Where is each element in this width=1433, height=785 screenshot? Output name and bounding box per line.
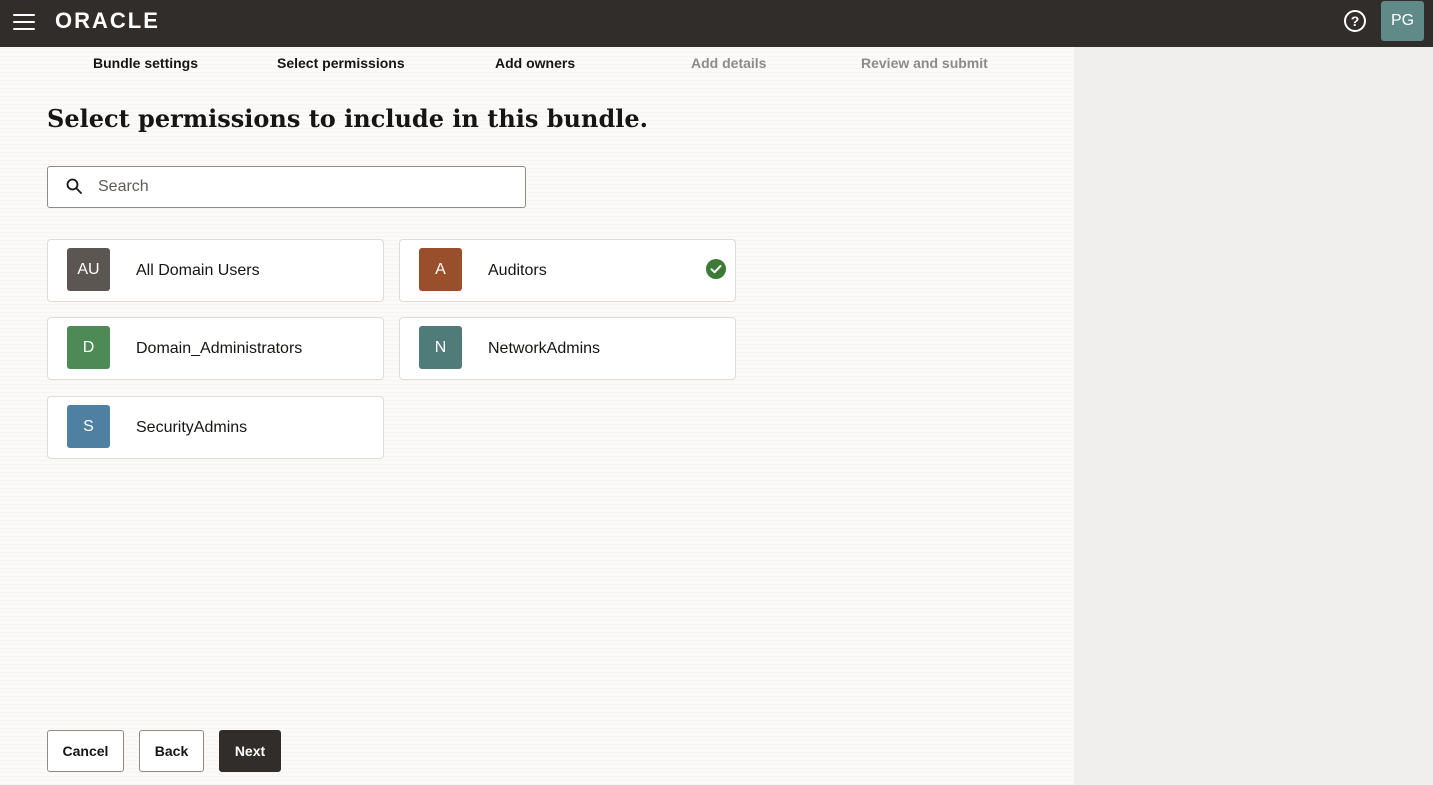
- user-avatar[interactable]: PG: [1381, 1, 1424, 41]
- permission-card-auditors[interactable]: A Auditors: [399, 239, 736, 302]
- permission-name: Auditors: [488, 262, 547, 279]
- group-avatar: N: [419, 326, 462, 369]
- back-button[interactable]: Back: [139, 730, 204, 772]
- group-avatar: D: [67, 326, 110, 369]
- oracle-logo: ORACLE: [55, 8, 160, 33]
- check-circle-icon: [706, 259, 726, 279]
- permission-name: All Domain Users: [136, 262, 260, 279]
- group-avatar: A: [419, 248, 462, 291]
- cancel-button[interactable]: Cancel: [47, 730, 124, 772]
- search-input[interactable]: [98, 175, 508, 199]
- permission-card-domain-administrators[interactable]: D Domain_Administrators: [47, 317, 384, 380]
- search-icon: [66, 178, 82, 194]
- permission-card-all-domain-users[interactable]: AU All Domain Users: [47, 239, 384, 302]
- step-bundle-settings[interactable]: Bundle settings: [93, 55, 198, 71]
- step-select-permissions[interactable]: Select permissions: [277, 55, 405, 71]
- permission-name: NetworkAdmins: [488, 340, 601, 357]
- search-box: [47, 166, 526, 208]
- permission-card-networkadmins[interactable]: N NetworkAdmins: [399, 317, 736, 380]
- top-bar: ORACLE ? PG: [0, 0, 1433, 47]
- side-panel: [1074, 47, 1433, 785]
- permission-name: Domain_Administrators: [136, 340, 303, 357]
- page-heading: Select permissions to include in this bu…: [47, 104, 648, 133]
- group-avatar: AU: [67, 248, 110, 291]
- step-add-details: Add details: [691, 55, 767, 71]
- help-icon[interactable]: ?: [1344, 10, 1366, 32]
- group-avatar: S: [67, 405, 110, 448]
- next-button[interactable]: Next: [219, 730, 281, 772]
- step-add-owners[interactable]: Add owners: [495, 55, 575, 71]
- step-review-and-submit: Review and submit: [861, 55, 988, 71]
- permission-name: SecurityAdmins: [136, 419, 248, 436]
- hamburger-menu-icon[interactable]: [12, 12, 36, 32]
- permission-card-securityadmins[interactable]: S SecurityAdmins: [47, 396, 384, 459]
